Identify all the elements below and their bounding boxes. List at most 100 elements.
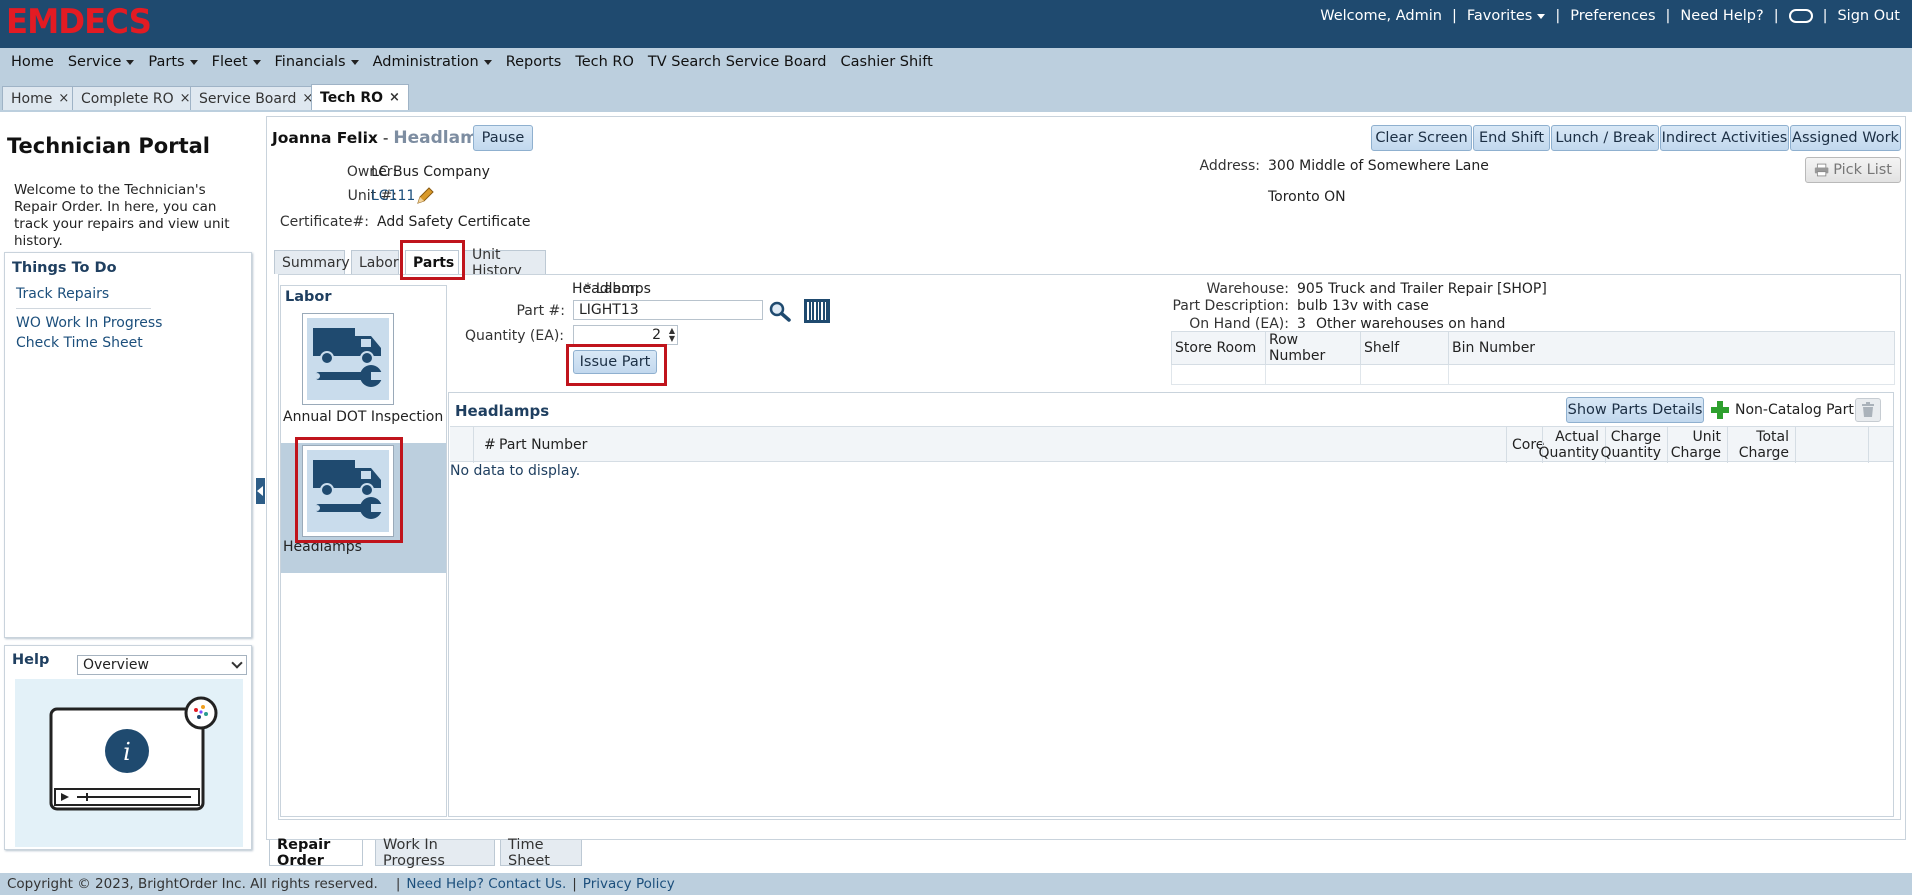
printer-icon [1814, 163, 1829, 177]
menu-reports[interactable]: Reports [499, 54, 569, 70]
chevron-down-icon [483, 59, 492, 65]
tab-unit-history[interactable]: Unit History [464, 247, 546, 279]
contact-us-link[interactable]: Need Help? Contact Us. [406, 876, 566, 892]
favorites-menu[interactable]: Favorites [1461, 8, 1552, 24]
menu-fleet[interactable]: Fleet [205, 54, 268, 70]
clear-screen-button[interactable]: Clear Screen [1371, 125, 1472, 151]
top-header: EMDECS Welcome, Admin | Favorites | Pref… [0, 0, 1912, 48]
menu-service[interactable]: Service [61, 54, 142, 70]
other-warehouses-link[interactable]: Other warehouses on hand [1316, 316, 1505, 332]
tab-home[interactable]: Home × [2, 86, 79, 110]
collapse-sidebar-handle[interactable] [256, 478, 265, 504]
parts-grid-title: Headlamps [455, 402, 550, 420]
document-tabs: Home × Complete RO × Service Board × Tech R… [0, 76, 1912, 112]
things-to-do-panel: Things To Do Track Repairs WO Work In Pr… [4, 252, 252, 638]
truck-wrench-icon [307, 318, 389, 400]
help-video-thumbnail[interactable]: i [15, 679, 243, 847]
tab-service-board[interactable]: Service Board × [190, 86, 323, 110]
highlight-parts-tab [400, 240, 465, 280]
welcome-description: Welcome to the Technician's Repair Order… [14, 182, 230, 249]
menu-cashier-shift[interactable]: Cashier Shift [834, 54, 940, 70]
part-description-label: Part Description: [1172, 298, 1289, 314]
col-store-room: Store Room [1171, 331, 1266, 365]
tab-summary[interactable]: Summary [274, 250, 350, 274]
unit-link[interactable]: LC111 [371, 188, 415, 204]
tab-complete-ro[interactable]: Complete RO × [72, 86, 200, 110]
tab-work-in-progress[interactable]: Work In Progress [375, 837, 495, 869]
part-number-input[interactable]: LIGHT13 [573, 300, 763, 320]
tab-time-sheet[interactable]: Time Sheet [500, 837, 582, 869]
warehouse-label: Warehouse: [1206, 281, 1289, 297]
col-part-number[interactable]: Part Number [499, 437, 587, 453]
part-description-value: bulb 13v with case [1297, 298, 1429, 314]
col-charge-quantity[interactable]: Charge Quantity [1601, 429, 1662, 461]
delete-button[interactable] [1855, 398, 1881, 422]
track-repairs-link[interactable]: Track Repairs [16, 286, 109, 302]
pause-button[interactable]: Pause [473, 125, 533, 151]
non-catalog-part-button[interactable]: Non-Catalog Part [1710, 400, 1854, 420]
address-line-1: 300 Middle of Somewhere Lane [1268, 158, 1489, 174]
assigned-work-button[interactable]: Assigned Work [1790, 125, 1901, 151]
technician-name: Joanna Felix [272, 129, 378, 147]
col-row-hash: # [484, 437, 496, 453]
on-hand-value: 3 [1297, 316, 1306, 332]
col-shelf: Shelf [1360, 331, 1449, 365]
emdecs-logo[interactable]: EMDECS [6, 4, 152, 40]
menu-home[interactable]: Home [4, 54, 61, 70]
highlight-issue-part [566, 344, 667, 386]
top-right-nav: Welcome, Admin | Favorites | Preferences… [1314, 6, 1906, 26]
indirect-activities-button[interactable]: Indirect Activities [1660, 125, 1789, 151]
main-menu: Home Service Parts Fleet Financials Admi… [0, 48, 1912, 76]
privacy-policy-link[interactable]: Privacy Policy [583, 876, 675, 892]
check-time-sheet-link[interactable]: Check Time Sheet [16, 335, 143, 351]
col-total-charge[interactable]: Total Charge [1739, 429, 1789, 461]
edit-pencil-icon[interactable] [415, 186, 435, 206]
preferences-link[interactable]: Preferences [1564, 8, 1661, 24]
pick-list-button[interactable]: Pick List [1805, 157, 1901, 183]
menu-tech-ro[interactable]: Tech RO [568, 54, 641, 70]
warehouse-link[interactable]: 905 Truck and Trailer Repair [SHOP] [1297, 281, 1547, 297]
sign-out-link[interactable]: Sign Out [1831, 8, 1906, 24]
quantity-label: Quantity (EA): [464, 328, 564, 344]
stepper-arrows-icon[interactable]: ▲ ▼ [669, 327, 675, 343]
search-icon[interactable] [768, 300, 792, 322]
need-help-link[interactable]: Need Help? [1674, 8, 1769, 24]
show-parts-details-button[interactable]: Show Parts Details [1566, 397, 1704, 423]
chevron-down-icon [252, 59, 261, 65]
table-row [1171, 364, 1895, 385]
menu-financials[interactable]: Financials [268, 54, 366, 70]
on-hand-label: On Hand (EA): [1189, 316, 1289, 332]
col-unit-charge[interactable]: Unit Charge [1671, 429, 1721, 461]
chat-icon[interactable] [1788, 9, 1813, 23]
trash-icon [1862, 402, 1874, 417]
bin-location-table: Store Room Row Number Shelf Bin Number [1171, 331, 1895, 385]
things-to-do-heading: Things To Do [12, 260, 117, 276]
labor-heading: Labor [285, 289, 332, 305]
labor-field-value: Headlamps [572, 281, 651, 297]
quantity-stepper[interactable]: 2 ▲ ▼ [573, 325, 678, 345]
tab-repair-order[interactable]: Repair Order [269, 837, 363, 869]
menu-tv-search[interactable]: TV Search Service Board [641, 54, 834, 70]
close-icon[interactable]: × [389, 90, 400, 105]
col-bin-number: Bin Number [1448, 331, 1895, 365]
menu-administration[interactable]: Administration [366, 54, 499, 70]
copyright-text: Copyright © 2023, BrightOrder Inc. All r… [7, 876, 378, 892]
add-safety-certificate-link[interactable]: Add Safety Certificate [377, 214, 531, 230]
tab-labor[interactable]: Labor [351, 250, 399, 274]
close-icon[interactable]: × [58, 91, 69, 106]
wo-in-progress-link[interactable]: WO Work In Progress [16, 315, 162, 331]
highlight-headlamps-labor [295, 437, 403, 543]
lunch-break-button[interactable]: Lunch / Break [1551, 125, 1659, 151]
close-icon[interactable]: × [180, 91, 191, 106]
menu-parts[interactable]: Parts [141, 54, 204, 70]
chevron-down-icon [350, 59, 359, 65]
chevron-down-icon [189, 59, 198, 65]
labor-item-annual-dot[interactable] [302, 313, 394, 405]
tab-tech-ro[interactable]: Tech RO × [311, 84, 409, 110]
end-shift-button[interactable]: End Shift [1473, 125, 1550, 151]
col-actual-quantity[interactable]: Actual Quantity [1539, 429, 1600, 461]
help-topic-select[interactable]: Overview [77, 655, 247, 675]
barcode-icon[interactable] [804, 299, 830, 323]
svg-text:i: i [123, 738, 131, 766]
help-heading: Help [12, 652, 50, 668]
